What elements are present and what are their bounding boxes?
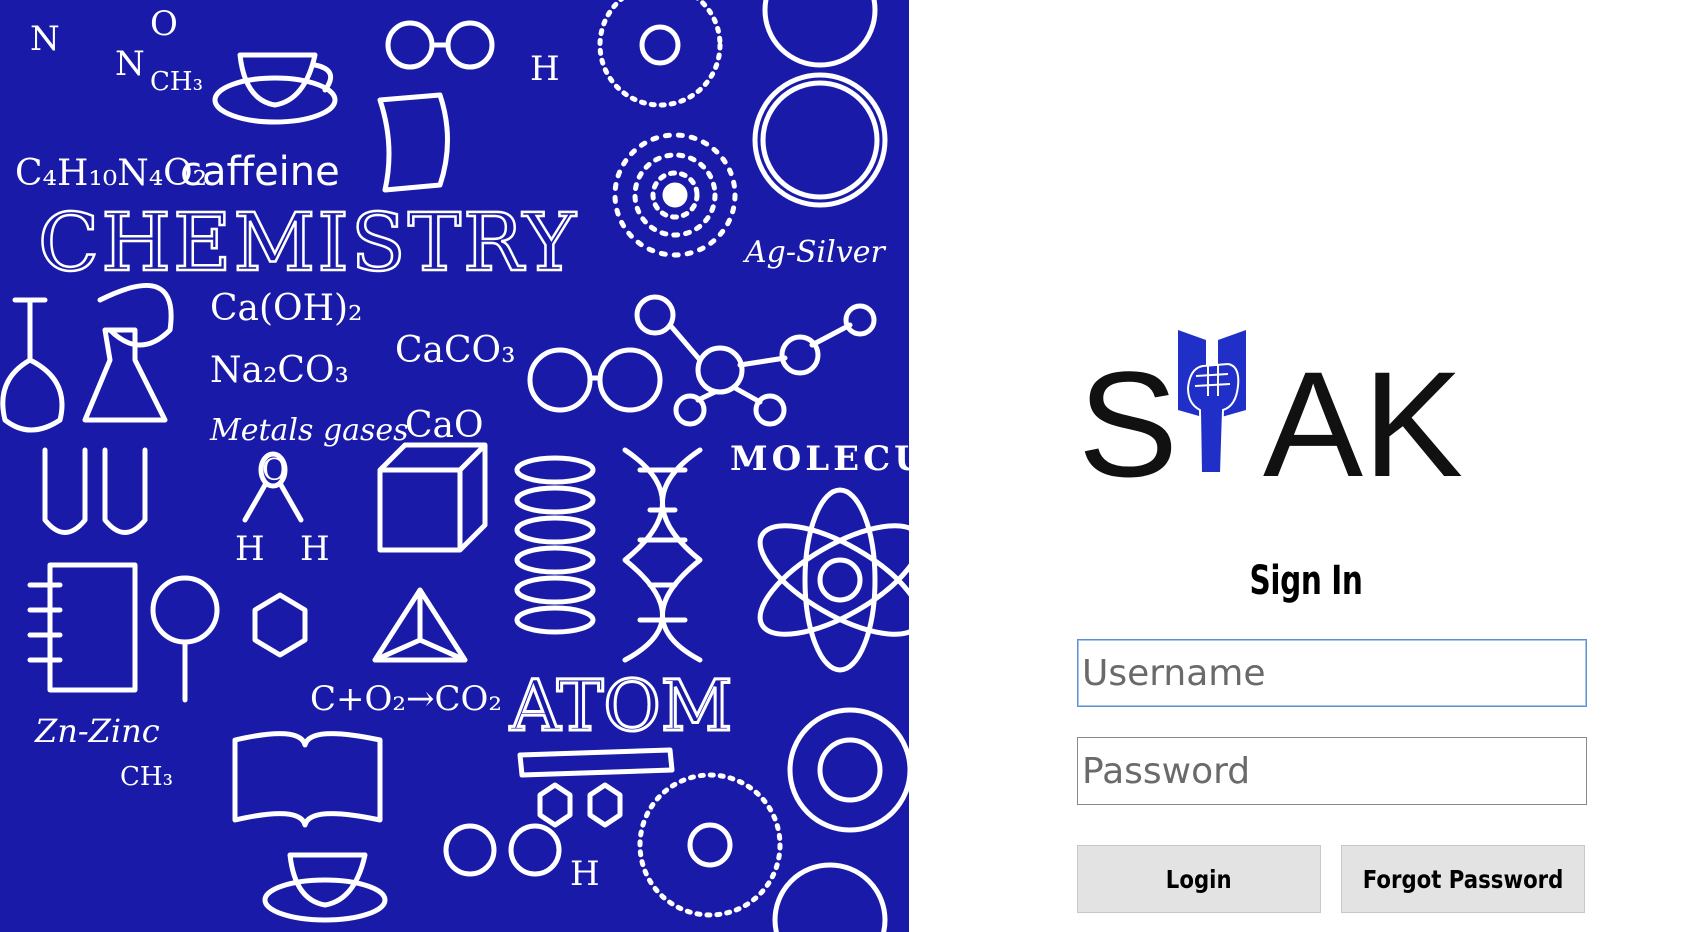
u-tube-icon	[42, 447, 148, 535]
metals-gases-text: Metals gases	[209, 413, 409, 448]
login-button-label: Login	[1166, 864, 1232, 894]
h-atom-text: H	[530, 49, 560, 89]
coffee-cup-saucer-icon	[212, 75, 338, 125]
benzene-ring-icon	[252, 592, 308, 658]
h-atom-text-3: H	[300, 529, 330, 569]
o-atom-text: O	[262, 453, 287, 488]
sodium-carbonate-text: Na₂CO₃	[210, 350, 349, 391]
caffeine-formula-text: C₄H₁₀N₄O₂	[15, 153, 207, 194]
o-atom-text-2: O	[150, 4, 178, 44]
atom-text: ATOM	[509, 665, 732, 747]
zinc-text: Zn-Zinc	[34, 712, 160, 750]
siak-logo: S AK	[1078, 330, 1463, 488]
logo-letters-ak: AK	[1263, 340, 1463, 488]
calcium-oxide-text: CaO	[405, 405, 484, 446]
scroll-icon	[377, 92, 450, 193]
signin-panel: S AK Sign In Login Forgot Password	[909, 0, 1703, 932]
dotted-atom-icon-2	[637, 772, 783, 918]
hexagon-icon	[537, 782, 623, 828]
spring-coil-icon	[514, 455, 596, 485]
open-book-icon	[232, 731, 383, 828]
forgot-password-button[interactable]: Forgot Password	[1341, 845, 1585, 913]
n-atom-text: N	[30, 19, 60, 59]
dropper-icon	[517, 747, 675, 778]
caffeine-text: caffeine	[180, 149, 340, 195]
crystal-cube-icon	[377, 442, 488, 553]
doodle-labels: C₄H₁₀N₄O₂ caffeine CHEMISTRY Ag-Silver C…	[15, 4, 909, 894]
calcium-hydroxide-text: Ca(OH)₂	[210, 288, 362, 329]
login-button[interactable]: Login	[1077, 845, 1321, 913]
combustion-equation-text: C+O₂→CO₂	[310, 679, 502, 719]
h-atom-text-2: H	[235, 529, 265, 569]
silver-text: Ag-Silver	[742, 235, 886, 270]
h-atom-text-4: H	[570, 854, 600, 894]
glasses-icon-2	[527, 347, 593, 413]
methyl-text: CH₃	[120, 762, 173, 792]
flask-icon	[0, 297, 65, 433]
chemistry-doodle-panel: C₄H₁₀N₄O₂ caffeine CHEMISTRY Ag-Silver C…	[0, 0, 909, 932]
dna-helix-icon	[622, 447, 703, 663]
book-fist-icon	[1178, 330, 1246, 474]
magnifier-icon	[150, 575, 220, 645]
username-input[interactable]	[1077, 639, 1587, 707]
dotted-atom-icon	[597, 0, 723, 108]
n-atom-text-2: N	[115, 44, 145, 84]
tetrahedron-icon	[372, 587, 468, 663]
password-input[interactable]	[1077, 737, 1587, 805]
notebook-icon	[27, 562, 138, 693]
ion-circle-icon	[752, 72, 888, 208]
molecule-icon	[634, 294, 676, 336]
calcium-carbonate-text: CaCO₃	[395, 330, 516, 371]
glasses-icon	[385, 20, 435, 70]
chemistry-doodle-illustration: C₄H₁₀N₄O₂ caffeine CHEMISTRY Ag-Silver C…	[0, 0, 909, 932]
logo-letter-s: S	[1078, 340, 1178, 488]
methyl-text-2: CH₃	[150, 67, 203, 97]
molecule-text: MOLECUL	[730, 439, 909, 479]
forgot-password-button-label: Forgot Password	[1362, 864, 1564, 894]
page-title: Sign In	[1249, 558, 1363, 604]
chemistry-text: CHEMISTRY	[38, 196, 578, 289]
